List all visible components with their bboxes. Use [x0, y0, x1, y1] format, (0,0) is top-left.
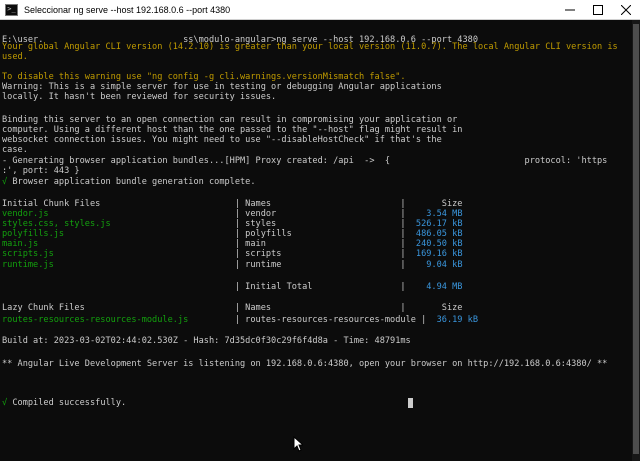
terminal-line: To disable this warning use "ng config -…	[2, 72, 406, 82]
terminal-line: - Generating browser application bundles…	[2, 156, 608, 166]
mouse-pointer-icon	[293, 436, 303, 452]
title-bar: >_ Seleccionar ng serve --host 192.168.0…	[0, 0, 640, 20]
terminal-line: Warning: This is a simple server for use…	[2, 82, 442, 92]
terminal-line: websocket connection issues. You might n…	[2, 135, 442, 145]
terminal-line: case.	[2, 145, 28, 155]
terminal-icon[interactable]: >_	[5, 3, 18, 16]
terminal-line: Initial Chunk Files | Names | Size	[2, 199, 463, 209]
maximize-icon[interactable]	[584, 0, 612, 19]
terminal-line: vendor.js | vendor | 3.54 MB	[2, 209, 463, 219]
terminal-line: ** Angular Live Development Server is li…	[2, 359, 608, 369]
terminal-line: styles.css, styles.js | styles | 526.17 …	[2, 219, 463, 229]
terminal-line: polyfills.js | polyfills | 486.05 kB	[2, 229, 463, 239]
terminal-line: Build at: 2023-03-02T02:44:02.530Z - Has…	[2, 336, 411, 346]
terminal-line: Lazy Chunk Files | Names | Size	[2, 303, 463, 313]
terminal-line: runtime.js | runtime | 9.04 kB	[2, 260, 463, 270]
terminal-line: routes-resources-resources-module.js | r…	[2, 315, 479, 325]
terminal-line: :', port: 443 }	[2, 166, 80, 176]
terminal-line: computer. Using a different host than th…	[2, 125, 463, 135]
terminal-line: Binding this server to an open connectio…	[2, 115, 458, 125]
terminal-line: √ Compiled successfully.	[2, 398, 127, 408]
scrollbar-thumb[interactable]	[633, 24, 639, 454]
terminal-line: Your global Angular CLI version (14.2.10…	[2, 42, 618, 52]
terminal-line: locally. It hasn't been reviewed for sec…	[2, 92, 277, 102]
text-cursor	[408, 398, 413, 408]
vertical-scrollbar[interactable]	[632, 20, 640, 461]
terminal-line: used.	[2, 52, 28, 62]
terminal-output[interactable]: E:\user. ss\modulo-angular>ng serve --ho…	[0, 20, 632, 461]
terminal-line: main.js | main | 240.50 kB	[2, 239, 463, 249]
terminal-line: scripts.js | scripts | 169.16 kB	[2, 249, 463, 259]
terminal-line: √ Browser application bundle generation …	[2, 177, 256, 187]
close-icon[interactable]	[612, 0, 640, 19]
terminal-line: | Initial Total | 4.94 MB	[2, 282, 463, 292]
window-title: Seleccionar ng serve --host 192.168.0.6 …	[24, 4, 231, 15]
window-controls	[556, 0, 640, 19]
minimize-icon[interactable]	[556, 0, 584, 19]
